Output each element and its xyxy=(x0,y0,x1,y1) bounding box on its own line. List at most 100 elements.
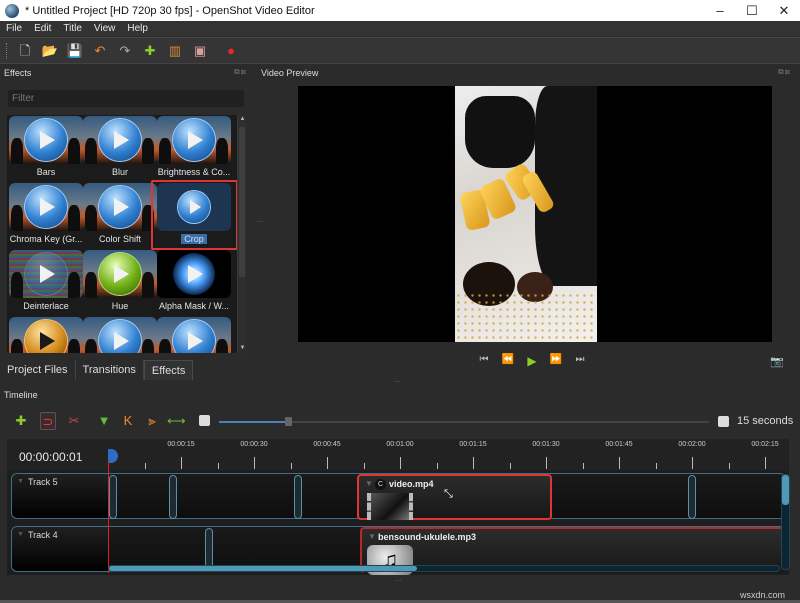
effects-scroll-thumb[interactable] xyxy=(239,127,245,277)
play-glyph-icon xyxy=(114,332,129,350)
save-project-icon[interactable]: 💾 xyxy=(67,43,83,59)
rewind-icon[interactable]: ⏪ xyxy=(496,354,520,368)
track-name: Track 5 xyxy=(28,477,58,487)
close-button[interactable]: ✕ xyxy=(768,0,800,21)
effect-item[interactable]: Deinterlace xyxy=(9,250,83,317)
effect-item[interactable]: Hue xyxy=(83,250,157,317)
clip-cache-badge: C xyxy=(375,479,386,490)
center-playhead-icon[interactable]: ⟷ xyxy=(167,412,186,430)
scroll-up-icon[interactable]: ▲ xyxy=(238,115,247,124)
previous-marker-icon[interactable]: K xyxy=(120,412,136,430)
timeline-ruler[interactable]: 00:00:00:01 00:00:15 00:00:30 00:00:45 00:0… xyxy=(7,439,789,471)
effect-thumbnail xyxy=(157,250,231,298)
image-detail xyxy=(465,96,535,168)
open-project-icon[interactable]: 📂 xyxy=(42,43,58,59)
menu-title[interactable]: Title xyxy=(63,23,82,34)
effect-item[interactable] xyxy=(9,317,83,353)
playhead-line xyxy=(108,461,109,573)
minimize-button[interactable]: – xyxy=(704,0,736,21)
tab-effects[interactable]: Effects xyxy=(143,360,194,380)
import-files-icon[interactable]: ✚ xyxy=(142,43,158,59)
effect-thumbnail xyxy=(9,250,83,298)
effects-scrollbar[interactable]: ▲ ▼ xyxy=(237,115,246,353)
tab-project-files[interactable]: Project Files xyxy=(0,360,76,380)
track-marker[interactable] xyxy=(294,475,302,519)
jump-end-icon[interactable]: ⏭ xyxy=(568,354,592,368)
ruler-major-tick xyxy=(400,457,401,469)
razor-icon[interactable]: ✂ xyxy=(66,412,82,430)
add-marker-icon[interactable]: ▼ xyxy=(96,412,112,430)
tab-transitions[interactable]: Transitions xyxy=(75,360,144,380)
ruler-minor-tick xyxy=(655,463,657,469)
effect-thumbnail xyxy=(83,250,157,298)
track-marker[interactable] xyxy=(169,475,177,519)
effect-item[interactable]: Alpha Mask / W... xyxy=(157,250,231,317)
ruler-major-tick xyxy=(181,457,182,469)
new-project-icon[interactable]: 🗋 xyxy=(17,43,33,59)
effect-item[interactable]: Chroma Key (Gr... xyxy=(9,183,83,250)
toolbar-grip[interactable] xyxy=(6,42,9,59)
effect-thumbnail xyxy=(9,116,83,164)
zoom-out-icon[interactable] xyxy=(199,415,210,426)
track-header[interactable]: ▼ Track 4 xyxy=(12,527,109,571)
openshot-logo-icon xyxy=(5,3,19,18)
timeline-zoom-slider[interactable] xyxy=(219,417,709,426)
track-marker[interactable] xyxy=(688,475,696,519)
snapping-magnet-icon[interactable]: ⊃ xyxy=(40,412,56,430)
track-header[interactable]: ▼ Track 5 xyxy=(12,474,109,518)
timeline-title: Timeline xyxy=(4,390,38,400)
fast-forward-icon[interactable]: ⏩ xyxy=(544,354,568,368)
track-5[interactable]: ▼ Track 5 ▼ C video.mp4 ⤡ xyxy=(11,473,786,520)
menu-file[interactable]: File xyxy=(6,23,22,34)
window-titlebar: * Untitled Project [HD 720p 30 fps] - Op… xyxy=(0,0,800,21)
menu-view[interactable]: View xyxy=(94,23,116,34)
playhead-handle[interactable] xyxy=(108,449,118,463)
undo-icon[interactable]: ↶ xyxy=(92,43,108,59)
clip-menu-icon[interactable]: ▼ xyxy=(368,532,376,541)
track-collapse-icon[interactable]: ▼ xyxy=(17,531,24,538)
timeline-vertical-scrollbar[interactable] xyxy=(781,474,790,570)
horizontal-splitter-handle[interactable]: ⋯ xyxy=(394,378,401,386)
zoom-scale-checkbox[interactable] xyxy=(718,416,729,427)
effects-filter-input[interactable]: Filter xyxy=(8,90,244,107)
play-icon[interactable]: ▶ xyxy=(520,354,544,368)
preview-dock-buttons[interactable]: ⧉⊠ xyxy=(778,67,791,77)
add-track-icon[interactable]: ✚ xyxy=(13,412,29,430)
timeline-horizontal-scrollbar[interactable] xyxy=(108,565,780,572)
effects-dock-buttons[interactable]: ⧉⊠ xyxy=(234,67,247,77)
effect-item[interactable] xyxy=(83,317,157,353)
timeline-scroll-thumb[interactable] xyxy=(109,566,418,571)
current-timecode: 00:00:00:01 xyxy=(19,450,83,464)
timeline-vscroll-thumb[interactable] xyxy=(782,475,789,505)
menu-edit[interactable]: Edit xyxy=(34,23,51,34)
effect-item[interactable]: Blur xyxy=(83,116,157,183)
track-collapse-icon[interactable]: ▼ xyxy=(17,478,24,485)
play-glyph-icon xyxy=(40,265,55,283)
effect-item[interactable] xyxy=(157,317,231,353)
play-glyph-icon xyxy=(40,198,55,216)
effect-item[interactable]: Bars xyxy=(9,116,83,183)
menu-help[interactable]: Help xyxy=(127,23,148,34)
maximize-button[interactable]: ☐ xyxy=(736,0,768,21)
effect-label: Color Shift xyxy=(98,234,142,244)
zoom-slider-handle[interactable] xyxy=(284,417,292,426)
jump-start-icon[interactable]: ⏮ xyxy=(472,354,496,368)
effect-item[interactable]: Brightness & Co... xyxy=(157,116,231,183)
scroll-down-icon[interactable]: ▼ xyxy=(238,344,247,353)
ruler-label: 00:01:30 xyxy=(532,441,560,448)
vertical-splitter-handle[interactable]: ⋮ xyxy=(255,218,263,225)
effect-item[interactable]: Color Shift xyxy=(83,183,157,250)
redo-icon[interactable]: ↷ xyxy=(117,43,133,59)
palm-silhouette xyxy=(68,339,80,353)
export-video-icon[interactable]: ● xyxy=(223,43,239,59)
track-marker[interactable] xyxy=(109,475,117,519)
timeline-splitter-handle[interactable]: ⋯ xyxy=(395,577,402,585)
effect-thumbnail xyxy=(9,183,83,231)
fullscreen-icon[interactable]: ▣ xyxy=(192,43,208,59)
clip-video-mp4[interactable]: ▼ C video.mp4 ⤡ xyxy=(357,474,552,520)
watermark-text: wsxdn.com xyxy=(740,590,786,600)
choose-profile-icon[interactable]: ▥ xyxy=(167,43,183,59)
next-marker-icon[interactable]: ⫸ xyxy=(144,412,160,430)
camera-icon[interactable]: 📷 xyxy=(770,355,784,368)
clip-menu-icon[interactable]: ▼ xyxy=(365,479,373,488)
